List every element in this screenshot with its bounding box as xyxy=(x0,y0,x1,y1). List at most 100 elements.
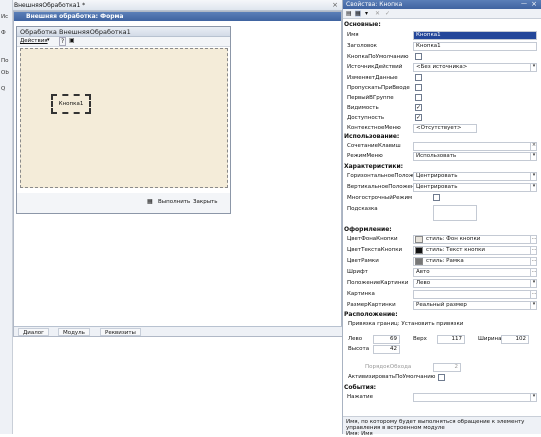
category-icon[interactable]: ▦ xyxy=(355,10,361,17)
help-button[interactable]: ? xyxy=(59,37,67,46)
chevron-down-icon[interactable]: ▾ xyxy=(530,152,537,161)
prop-v-position[interactable]: ВертикальноеПоложение Центрировать ▾ xyxy=(347,183,537,192)
more-icon[interactable]: … xyxy=(530,257,537,266)
prop-text-color[interactable]: ЦветТекстаКнопки стиль: Текст кнопки … xyxy=(347,246,537,255)
change-data-checkbox[interactable] xyxy=(415,74,422,81)
chevron-down-icon[interactable]: ▾ xyxy=(530,279,537,288)
caption-field[interactable]: Кнопка1 xyxy=(413,42,537,51)
default-checkbox[interactable] xyxy=(415,53,422,60)
prop-caption[interactable]: Заголовок Кнопка1 xyxy=(347,42,537,51)
left-side-strip: Ис Ф По Ob Q xyxy=(0,0,13,434)
label: КонтекстноеМеню xyxy=(347,125,401,131)
prop-pic-size[interactable]: РазмерКартинки Реальный размер ▾ xyxy=(347,301,537,310)
activate-checkbox[interactable] xyxy=(438,374,445,381)
prop-font[interactable]: Шрифт Авто … xyxy=(347,268,537,277)
prop-change-data[interactable]: ИзменяетДанные xyxy=(347,74,537,83)
tab-module[interactable]: Модуль xyxy=(58,328,90,336)
hint-field[interactable] xyxy=(433,205,477,221)
form-bottom-bar: ▦ Выполнить Закрыть xyxy=(17,193,230,213)
tab-dialog[interactable]: Диалог xyxy=(18,328,50,336)
label: КнопкаПоУмолчанию xyxy=(347,54,409,60)
more-icon[interactable]: … xyxy=(530,290,537,299)
prop-multiline[interactable]: МногострочныйРежим xyxy=(347,194,537,203)
font-field[interactable]: Авто xyxy=(413,268,537,277)
prop-skip-input[interactable]: ПропускатьПриВводе xyxy=(347,84,537,93)
pin-icon[interactable]: — xyxy=(521,0,527,7)
clear-icon[interactable]: × xyxy=(530,142,537,151)
context-menu-field[interactable]: <Отсутствует> xyxy=(413,124,477,133)
label: ПропускатьПриВводе xyxy=(347,85,410,91)
first-in-group-checkbox[interactable] xyxy=(415,94,422,101)
strip-label: Ис xyxy=(1,14,9,20)
left-field[interactable]: 69 xyxy=(373,335,400,344)
hotkey-field[interactable] xyxy=(413,142,537,151)
prop-pic-position[interactable]: ПоложениеКартинки Лево ▾ xyxy=(347,279,537,288)
sort-icon[interactable]: ▤ xyxy=(346,10,352,17)
top-field[interactable]: 117 xyxy=(437,335,465,344)
actions-menu[interactable]: Действия xyxy=(20,38,48,44)
close-icon[interactable]: × xyxy=(531,0,537,8)
width-field[interactable]: 102 xyxy=(501,335,529,344)
filter-icon[interactable]: ▾ xyxy=(365,10,368,17)
run-button[interactable]: Выполнить xyxy=(158,199,190,205)
skip-input-checkbox[interactable] xyxy=(415,84,422,91)
section-chars: Характеристики: xyxy=(344,163,404,170)
height-field[interactable]: 42 xyxy=(373,345,400,354)
form-preview: Обработка ВнешняяОбработка1 Действия ▾ ?… xyxy=(16,26,231,214)
tab-order-field[interactable]: 2 xyxy=(433,363,461,372)
prop-first-in-group[interactable]: ПервыйВГруппе xyxy=(347,94,537,103)
prop-default[interactable]: КнопкаПоУмолчанию xyxy=(347,53,537,62)
prop-availability[interactable]: Доступность ✓ xyxy=(347,114,537,123)
prop-h-position[interactable]: ГоризонтальноеПоложение Центрировать ▾ xyxy=(347,172,537,181)
border-color-field[interactable]: стиль: Рамка xyxy=(413,257,537,266)
bg-color-field[interactable]: стиль: Фон кнопки xyxy=(413,235,537,244)
button-preview[interactable]: Кнопка1 xyxy=(51,94,91,114)
prop-hint[interactable]: Подсказка xyxy=(347,205,537,221)
chevron-down-icon[interactable]: ▾ xyxy=(530,172,537,181)
document-tab[interactable]: ✔ ВнешняяОбработка1 * × xyxy=(0,0,342,11)
availability-checkbox[interactable]: ✓ xyxy=(415,114,422,121)
prop-press[interactable]: Нажатие ▾ xyxy=(347,393,537,402)
prop-name[interactable]: Имя Кнопка1 xyxy=(347,31,537,40)
delete-icon[interactable]: ✕ xyxy=(375,10,380,17)
prop-border-color[interactable]: ЦветРамки стиль: Рамка … xyxy=(347,257,537,266)
prop-visibility[interactable]: Видимость ✓ xyxy=(347,104,537,113)
action-source-field[interactable]: <Без источника> xyxy=(413,63,537,72)
chevron-down-icon[interactable]: ▾ xyxy=(530,183,537,192)
tab-attributes[interactable]: Реквизиты xyxy=(100,328,141,336)
visibility-checkbox[interactable]: ✓ xyxy=(415,104,422,111)
chevron-down-icon[interactable]: ▾ xyxy=(47,37,50,43)
press-field[interactable] xyxy=(413,393,537,402)
v-position-field[interactable]: Центрировать xyxy=(413,183,537,192)
prop-bg-color[interactable]: ЦветФонаКнопки стиль: Фон кнопки … xyxy=(347,235,537,244)
name-field[interactable]: Кнопка1 xyxy=(413,31,537,40)
prop-hotkey[interactable]: СочетаниеКлавиш × xyxy=(347,142,537,151)
chevron-down-icon[interactable]: ▾ xyxy=(530,301,537,310)
bind-text[interactable]: Привязка границ: Установить привязки xyxy=(348,321,463,327)
prop-picture[interactable]: Картинка … xyxy=(347,290,537,299)
more-icon[interactable]: … xyxy=(530,246,537,255)
picture-field[interactable] xyxy=(413,290,537,299)
text-color-field[interactable]: стиль: Текст кнопки xyxy=(413,246,537,255)
chevron-down-icon[interactable]: ▾ xyxy=(530,63,537,72)
label: ЦветТекстаКнопки xyxy=(347,247,403,253)
section-events: События: xyxy=(344,384,377,391)
multiline-checkbox[interactable] xyxy=(433,194,440,201)
prop-action-source[interactable]: ИсточникДействий <Без источника> ▾ xyxy=(347,63,537,72)
menu-mode-field[interactable]: Использовать xyxy=(413,152,537,161)
properties-footer: Имя, по которому будет выполняться обращ… xyxy=(343,416,541,437)
more-icon[interactable]: … xyxy=(530,268,537,277)
h-position-field[interactable]: Центрировать xyxy=(413,172,537,181)
close-button[interactable]: Закрыть xyxy=(193,199,218,205)
more-icon[interactable]: … xyxy=(530,235,537,244)
strip-label: По xyxy=(1,58,9,64)
confirm-icon[interactable]: ✓ xyxy=(385,10,390,17)
pic-size-field[interactable]: Реальный размер xyxy=(413,301,537,310)
pic-position-field[interactable]: Лево xyxy=(413,279,537,288)
chevron-down-icon[interactable]: ▾ xyxy=(530,393,537,402)
prop-context-menu[interactable]: КонтекстноеМеню <Отсутствует> xyxy=(347,124,537,133)
prop-menu-mode[interactable]: РежимМеню Использовать ▾ xyxy=(347,152,537,161)
settings-icon[interactable]: ▣ xyxy=(69,37,75,44)
close-icon[interactable]: × xyxy=(332,1,338,9)
label: Картинка xyxy=(347,291,375,297)
